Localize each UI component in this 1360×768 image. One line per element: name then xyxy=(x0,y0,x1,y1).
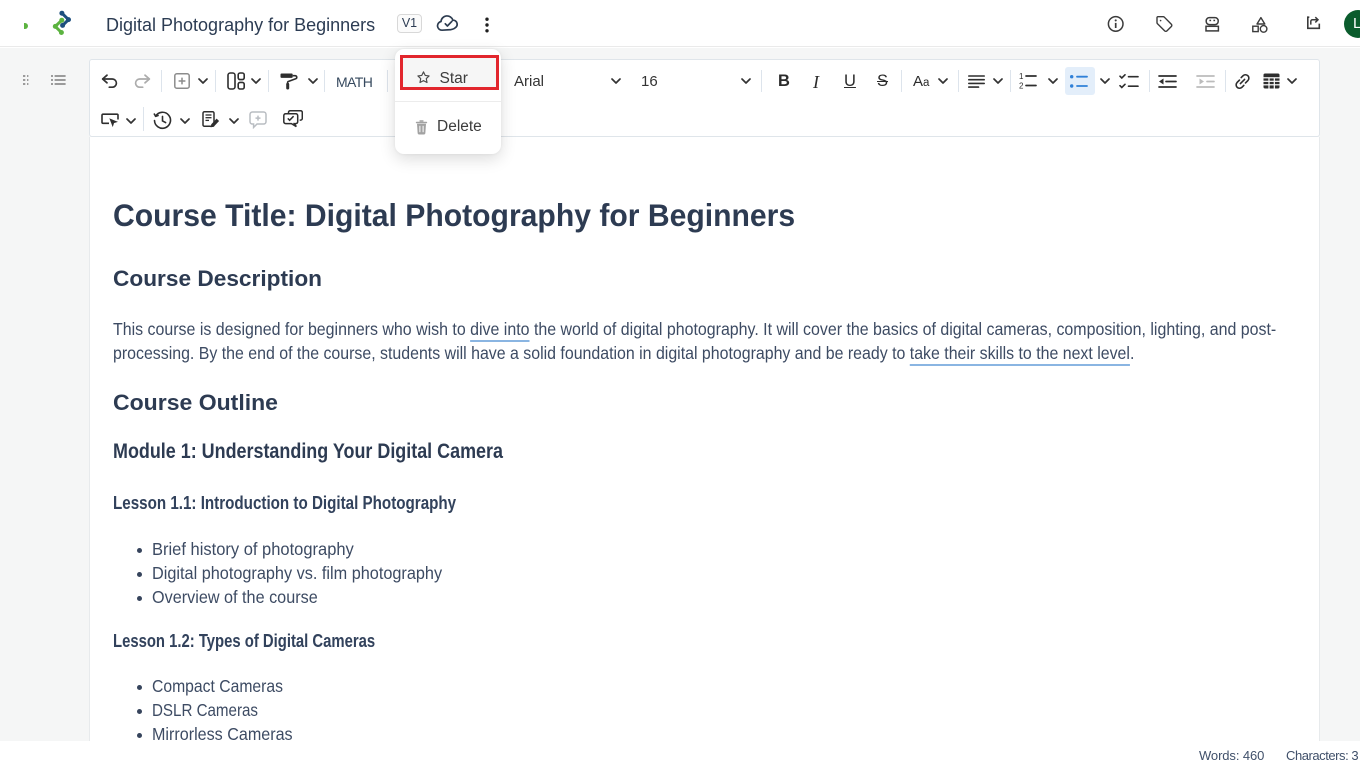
svg-text:2: 2 xyxy=(1019,82,1024,90)
svg-text:1: 1 xyxy=(1019,73,1024,81)
